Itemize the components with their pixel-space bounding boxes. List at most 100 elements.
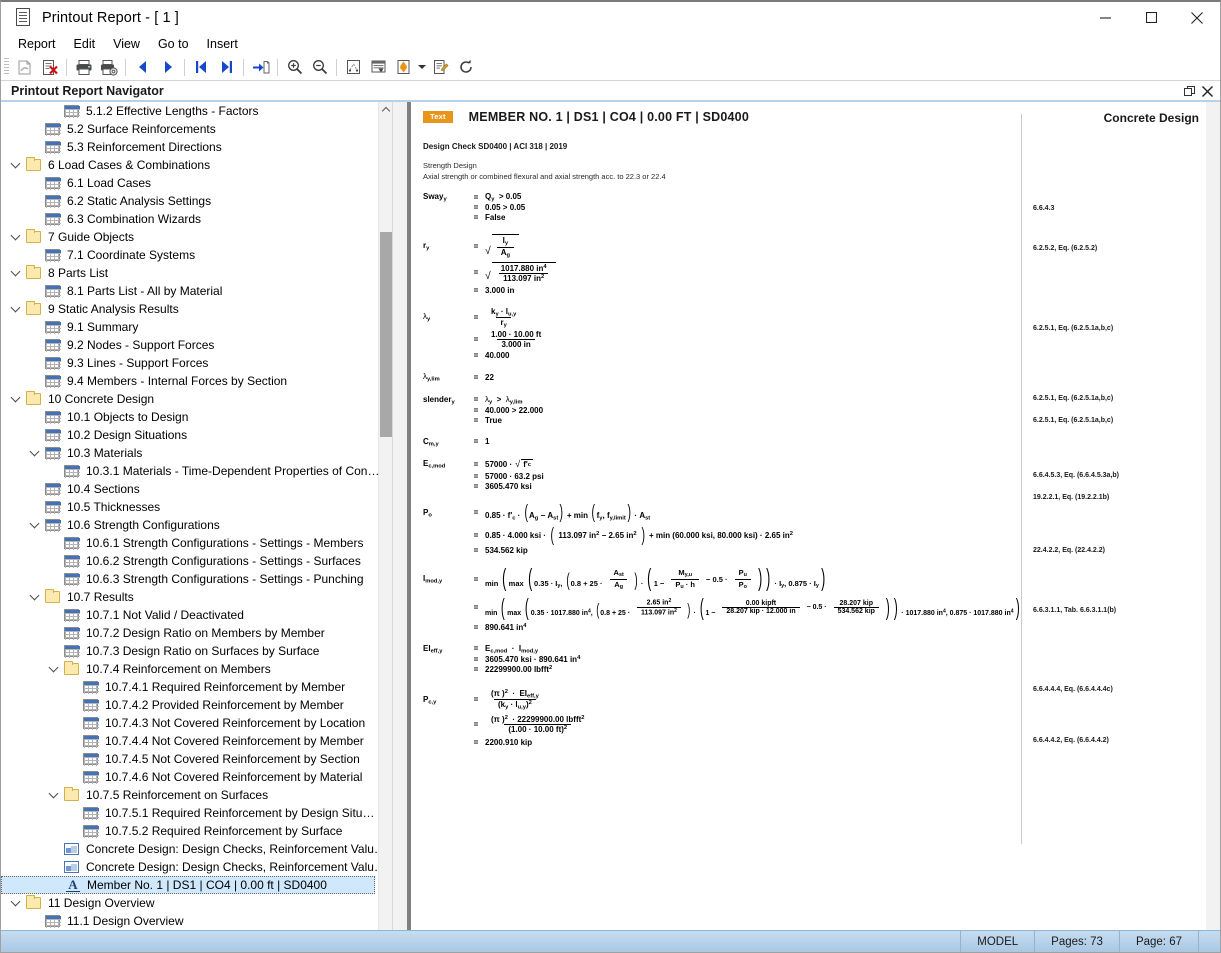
report-selection-icon[interactable] bbox=[366, 56, 391, 79]
tree-item[interactable]: 10.6.1 Strength Configurations - Setting… bbox=[1, 534, 378, 552]
tree-item[interactable]: 5.1.2 Effective Lengths - Factors bbox=[1, 102, 378, 120]
tree-item[interactable]: 9.4 Members - Internal Forces by Section bbox=[1, 372, 378, 390]
tree-item[interactable]: 10.7.3 Design Ratio on Surfaces by Surfa… bbox=[1, 642, 378, 660]
chevron-down-icon[interactable] bbox=[6, 390, 24, 408]
tree-item[interactable]: 5.2 Surface Reinforcements bbox=[1, 120, 378, 138]
menu-report[interactable]: Report bbox=[9, 35, 65, 53]
go-to-page-icon[interactable] bbox=[248, 56, 273, 79]
tree-item[interactable]: 10.1 Objects to Design bbox=[1, 408, 378, 426]
tree-item[interactable]: 10.7.4.3 Not Covered Reinforcement by Lo… bbox=[1, 714, 378, 732]
tree-scroll-thumb[interactable] bbox=[380, 232, 392, 437]
tree-item[interactable]: 10.7 Results bbox=[1, 588, 378, 606]
chevron-down-icon[interactable] bbox=[44, 786, 62, 804]
tree-item[interactable]: 11 Design Overview bbox=[1, 894, 378, 912]
minimize-button[interactable] bbox=[1082, 2, 1128, 33]
chevron-down-icon[interactable] bbox=[25, 516, 43, 534]
tree-item[interactable]: 10.7.5.2 Required Reinforcement by Surfa… bbox=[1, 822, 378, 840]
tree-item[interactable]: 10 Concrete Design bbox=[1, 390, 378, 408]
tree-item[interactable]: 9 Static Analysis Results bbox=[1, 300, 378, 318]
tree-item[interactable]: 10.7.4.4 Not Covered Reinforcement by Me… bbox=[1, 732, 378, 750]
twisty-spacer bbox=[25, 246, 43, 264]
tree-item[interactable]: 10.7.4.1 Required Reinforcement by Membe… bbox=[1, 678, 378, 696]
toolbar-grip[interactable] bbox=[4, 58, 9, 76]
tree-item[interactable]: 6.3 Combination Wizards bbox=[1, 210, 378, 228]
tree-item[interactable]: 6.2 Static Analysis Settings bbox=[1, 192, 378, 210]
previous-page-icon[interactable] bbox=[130, 56, 155, 79]
chevron-down-icon[interactable] bbox=[6, 894, 24, 912]
zoom-out-icon[interactable] bbox=[307, 56, 332, 79]
tree-item[interactable]: 10.5 Thicknesses bbox=[1, 498, 378, 516]
tree-vertical-scrollbar[interactable] bbox=[378, 102, 392, 953]
tree-item[interactable]: 10.7.4 Reinforcement on Members bbox=[1, 660, 378, 678]
tree-item[interactable]: 8 Parts List bbox=[1, 264, 378, 282]
print-preview-icon[interactable] bbox=[12, 56, 37, 79]
tree-item[interactable]: 10.3.1 Materials - Time-Dependent Proper… bbox=[1, 462, 378, 480]
print-settings-icon[interactable] bbox=[96, 56, 121, 79]
zoom-in-icon[interactable] bbox=[282, 56, 307, 79]
tree-item[interactable]: 10.7.1 Not Valid / Deactivated bbox=[1, 606, 378, 624]
delete-report-icon[interactable] bbox=[37, 56, 62, 79]
status-model[interactable]: MODEL bbox=[960, 931, 1034, 953]
chevron-down-icon[interactable] bbox=[44, 660, 62, 678]
next-page-icon[interactable] bbox=[155, 56, 180, 79]
tree-item[interactable]: 10.7.5 Reinforcement on Surfaces bbox=[1, 786, 378, 804]
tree-item[interactable]: 9.1 Summary bbox=[1, 318, 378, 336]
tree-item[interactable]: 5.3 Reinforcement Directions bbox=[1, 138, 378, 156]
formula-row-slender-2: = 40.000 > 22.000 bbox=[423, 406, 1013, 415]
tree-item[interactable]: 7 Guide Objects bbox=[1, 228, 378, 246]
tree-item[interactable]: 10.2 Design Situations bbox=[1, 426, 378, 444]
chevron-down-icon[interactable] bbox=[25, 588, 43, 606]
menu-view[interactable]: View bbox=[104, 35, 149, 53]
tree-item[interactable]: 6 Load Cases & Combinations bbox=[1, 156, 378, 174]
tree-item[interactable]: 10.4 Sections bbox=[1, 480, 378, 498]
close-button[interactable] bbox=[1174, 2, 1220, 33]
export-dropdown-arrow-icon[interactable] bbox=[416, 56, 428, 79]
export-icon[interactable] bbox=[391, 56, 416, 79]
tree-item[interactable]: 6.1 Load Cases bbox=[1, 174, 378, 192]
chevron-down-icon[interactable] bbox=[6, 264, 24, 282]
tree-item[interactable]: Concrete Design: Design Checks, Reinforc… bbox=[1, 840, 378, 858]
tree-item[interactable]: 10.7.4.2 Provided Reinforcement by Membe… bbox=[1, 696, 378, 714]
table-icon bbox=[43, 174, 62, 192]
first-page-icon[interactable] bbox=[189, 56, 214, 79]
tree-item[interactable]: 9.3 Lines - Support Forces bbox=[1, 354, 378, 372]
tree-item[interactable]: 7.1 Coordinate Systems bbox=[1, 246, 378, 264]
tree-item[interactable]: 10.7.4.5 Not Covered Reinforcement by Se… bbox=[1, 750, 378, 768]
chevron-down-icon[interactable] bbox=[25, 444, 43, 462]
document-viewport[interactable]: Text MEMBER NO. 1 | DS1 | CO4 | 0.00 FT … bbox=[407, 102, 1206, 931]
tree-item[interactable]: 10.7.4.6 Not Covered Reinforcement by Ma… bbox=[1, 768, 378, 786]
chevron-down-icon[interactable] bbox=[6, 300, 24, 318]
status-total-pages[interactable]: Pages: 73 bbox=[1034, 931, 1119, 953]
last-page-icon[interactable] bbox=[214, 56, 239, 79]
tree-item[interactable]: 10.6 Strength Configurations bbox=[1, 516, 378, 534]
menu-insert[interactable]: Insert bbox=[198, 35, 247, 53]
tree-item[interactable]: 10.7.5.1 Required Reinforcement by Desig… bbox=[1, 804, 378, 822]
status-current-page[interactable]: Page: 67 bbox=[1119, 931, 1198, 953]
tree-item[interactable]: 10.7.2 Design Ratio on Members by Member bbox=[1, 624, 378, 642]
page-setup-icon[interactable] bbox=[341, 56, 366, 79]
table-icon bbox=[62, 624, 81, 642]
tree-item[interactable]: 8.1 Parts List - All by Material bbox=[1, 282, 378, 300]
navigator-close-icon[interactable] bbox=[1198, 83, 1216, 101]
edit-header-icon[interactable] bbox=[428, 56, 453, 79]
print-icon[interactable] bbox=[71, 56, 96, 79]
menu-go-to[interactable]: Go to bbox=[149, 35, 198, 53]
tree-scroll-up-button[interactable] bbox=[379, 102, 393, 117]
menu-edit[interactable]: Edit bbox=[65, 35, 105, 53]
status-resize-grip[interactable] bbox=[1198, 931, 1220, 953]
refresh-icon[interactable] bbox=[453, 56, 478, 79]
undock-icon[interactable] bbox=[1180, 83, 1198, 101]
tree-item[interactable]: Concrete Design: Design Checks, Reinforc… bbox=[1, 858, 378, 876]
document-right-gutter[interactable] bbox=[1206, 102, 1220, 931]
twisty-spacer bbox=[63, 804, 81, 822]
tree-item[interactable]: 9.2 Nodes - Support Forces bbox=[1, 336, 378, 354]
navigator-tree[interactable]: 5.1.2 Effective Lengths - Factors5.2 Sur… bbox=[1, 102, 378, 953]
tree-item[interactable]: 10.3 Materials bbox=[1, 444, 378, 462]
chevron-down-icon[interactable] bbox=[6, 228, 24, 246]
tree-item-selected[interactable]: AMember No. 1 | DS1 | CO4 | 0.00 ft | SD… bbox=[1, 876, 375, 894]
maximize-button[interactable] bbox=[1128, 2, 1174, 33]
tree-item[interactable]: 11.1 Design Overview bbox=[1, 912, 378, 930]
tree-item[interactable]: 10.6.3 Strength Configurations - Setting… bbox=[1, 570, 378, 588]
tree-item[interactable]: 10.6.2 Strength Configurations - Setting… bbox=[1, 552, 378, 570]
chevron-down-icon[interactable] bbox=[6, 156, 24, 174]
